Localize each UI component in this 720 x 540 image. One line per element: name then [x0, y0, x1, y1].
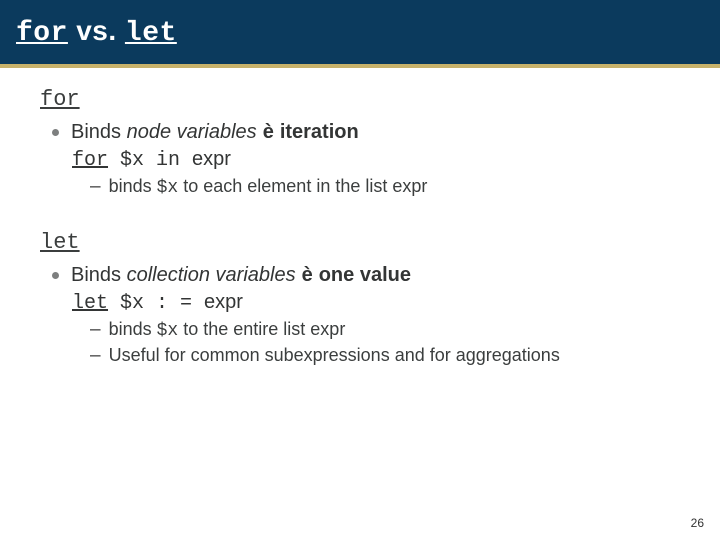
bullet-italic: node variables	[127, 121, 257, 143]
code-line: let $x : = expr	[72, 290, 694, 316]
code-keyword: for	[72, 149, 108, 172]
sub-pre: binds	[109, 176, 157, 196]
bullet-prefix: Binds	[71, 121, 127, 143]
sub-mono: $x	[157, 178, 179, 198]
arrow-right-icon: è	[263, 121, 274, 143]
bullet-dot-icon	[52, 129, 59, 136]
bullet-italic: collection variables	[127, 264, 296, 286]
bullet-bold: one value	[319, 264, 411, 286]
section-heading: let	[40, 229, 694, 257]
section-let: let Binds collection variables è one value…	[26, 229, 694, 369]
sub-bullet: – binds $x to the entire list expr	[90, 318, 694, 343]
bullet-row: Binds collection variables è one value	[52, 263, 694, 288]
sub-bullet: – Useful for common subexpressions and f…	[90, 344, 694, 369]
sub-post: to each element in the list expr	[178, 176, 427, 196]
bullet-dot-icon	[52, 272, 59, 279]
dash-icon: –	[90, 175, 101, 199]
page-number: 26	[691, 516, 704, 530]
title-keyword-for: for	[16, 18, 68, 49]
slide-content: for Binds node variables è iteration for $…	[0, 68, 720, 540]
sub-text: binds $x to the entire list expr	[109, 318, 346, 343]
bullet-prefix: Binds	[71, 264, 127, 286]
dash-icon: –	[90, 318, 101, 342]
code-plain: expr	[192, 148, 231, 170]
sub-mono: $x	[157, 321, 179, 341]
bullet-bold: iteration	[280, 121, 359, 143]
slide-title: for vs. let	[16, 15, 177, 49]
sub-bullet: – binds $x to each element in the list e…	[90, 175, 694, 200]
code-line: for $x in expr	[72, 147, 694, 173]
sub-text: Useful for common subexpressions and for…	[109, 344, 560, 369]
section-heading: for	[40, 86, 694, 114]
section-for: for Binds node variables è iteration for $…	[26, 86, 694, 199]
bullet-text: Binds node variables è iteration	[71, 120, 359, 145]
bullet-text: Binds collection variables è one value	[71, 263, 411, 288]
bullet-row: Binds node variables è iteration	[52, 120, 694, 145]
code-keyword: let	[72, 292, 108, 315]
code-mono: $x : =	[108, 292, 204, 315]
sub-pre: Useful for common subexpressions and for…	[109, 345, 560, 365]
code-mono: $x in	[108, 149, 192, 172]
slide: { "title": { "kw1": "for", "mid": " vs. …	[0, 0, 720, 540]
sub-text: binds $x to each element in the list exp…	[109, 175, 428, 200]
title-bar: for vs. let	[0, 0, 720, 68]
title-separator: vs.	[68, 15, 125, 46]
code-plain: expr	[204, 291, 243, 313]
title-keyword-let: let	[125, 18, 177, 49]
sub-pre: binds	[109, 319, 157, 339]
arrow-right-icon: è	[302, 264, 313, 286]
sub-post: to the entire list expr	[178, 319, 345, 339]
dash-icon: –	[90, 344, 101, 368]
